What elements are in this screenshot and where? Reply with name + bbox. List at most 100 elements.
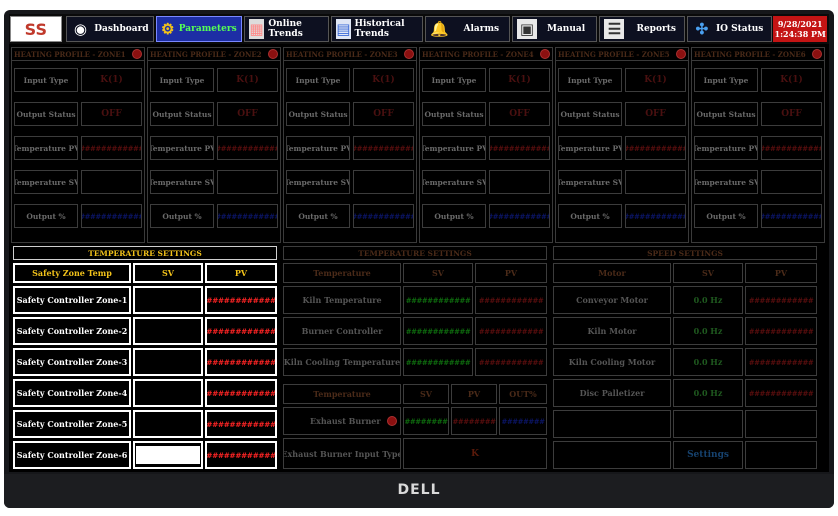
section-title: TEMPERATURE SETTINGS (13, 246, 277, 260)
output-percent-value: ############ (761, 204, 822, 228)
zone-temp-sv-row: Temperature SV (150, 170, 278, 194)
input-type-value[interactable]: K(1) (81, 68, 142, 92)
input-type-value[interactable]: K(1) (625, 68, 686, 92)
exhaust-header-out: OUT% (499, 384, 547, 404)
kiln-sv-input[interactable]: ############ (403, 348, 473, 376)
io-status-icon: ✣ (695, 19, 709, 38)
nav-online-trends-button[interactable]: ▦ Online Trends (243, 16, 330, 42)
input-type-value[interactable]: K(1) (761, 68, 822, 92)
zone-header: HEATING PROFILE - ZONE2 (148, 48, 280, 61)
manual-icon: ▣ (517, 19, 537, 39)
motor-sv-input[interactable]: 0.0 Hz (673, 379, 743, 407)
parameters-icon: ⚙ (160, 19, 175, 38)
input-type-label: Input Type (150, 68, 214, 92)
input-type-label: Input Type (694, 68, 758, 92)
safety-sv-input[interactable] (133, 379, 203, 407)
input-type-value[interactable]: K(1) (217, 68, 278, 92)
nav-parameters-button[interactable]: ⚙ Parameters (155, 16, 242, 42)
empty-cell (745, 410, 817, 438)
zone-output-pct-row: Output % ############ (694, 204, 822, 228)
motor-pv-value: ############ (745, 379, 817, 407)
zone-title: HEATING PROFILE - ZONE1 (14, 49, 126, 59)
safety-pv-value: ############ (205, 410, 277, 438)
zone-output-pct-row: Output % ############ (150, 204, 278, 228)
nav-dashboard-label: Dashboard (94, 24, 149, 34)
input-type-value[interactable]: K(1) (489, 68, 550, 92)
output-percent-label: Output % (422, 204, 486, 228)
zone-status-indicator-icon (812, 49, 822, 59)
temperature-sv-input[interactable] (625, 170, 686, 194)
safety-sv-input[interactable] (133, 410, 203, 438)
zone-output-status-row: Output Status OFF (694, 102, 822, 126)
heating-zone-4: HEATING PROFILE - ZONE4 Input Type K(1) O… (419, 47, 553, 243)
safety-sv-input[interactable] (133, 348, 203, 376)
temperature-pv-value: ############ (489, 136, 550, 160)
zone-input-type-row: Input Type K(1) (14, 68, 142, 92)
column-header-zone: Safety Zone Temp (13, 263, 131, 283)
kiln-sv-input[interactable]: ############ (403, 317, 473, 345)
output-percent-value: ############ (81, 204, 142, 228)
output-percent-value: ############ (217, 204, 278, 228)
output-status-value: OFF (625, 102, 686, 126)
motor-pv-value: ############ (745, 317, 817, 345)
temperature-sv-input[interactable] (489, 170, 550, 194)
exhaust-sv-input[interactable]: ######## (403, 407, 449, 435)
zone-title: HEATING PROFILE - ZONE4 (422, 49, 534, 59)
temperature-sv-label: Temperature SV (422, 170, 486, 194)
temperature-sv-input[interactable] (761, 170, 822, 194)
zone-temp-pv-row: Temperature PV ############ (694, 136, 822, 160)
exhaust-header-pv: PV (451, 384, 497, 404)
zone-input-type-row: Input Type K(1) (422, 68, 550, 92)
temperature-sv-input[interactable] (353, 170, 414, 194)
bell-icon: 🔔 (430, 19, 449, 38)
nav-io-status-button[interactable]: ✣ IO Status (686, 16, 773, 42)
exhaust-input-type-value[interactable]: K (403, 438, 547, 469)
nav-dashboard-button[interactable]: ◉ Dashboard (65, 16, 154, 42)
column-header-motor: Motor (553, 263, 671, 283)
nav-reports-button[interactable]: ☰ Reports (599, 16, 685, 42)
empty-cell (673, 410, 743, 438)
heating-zone-2: HEATING PROFILE - ZONE2 Input Type K(1) O… (147, 47, 281, 243)
zone-output-status-row: Output Status OFF (150, 102, 278, 126)
row-label: Safety Controller Zone-3 (13, 348, 131, 376)
safety-sv-input[interactable] (133, 286, 203, 314)
nav-historical-trends-label: Historical Trends (354, 19, 405, 39)
exhaust-status-indicator-icon (386, 416, 397, 426)
zone-header: HEATING PROFILE - ZONE5 (556, 48, 688, 61)
dashboard-icon: ◉ (73, 19, 87, 38)
row-label: Safety Controller Zone-6 (13, 441, 131, 469)
input-type-value[interactable]: K(1) (353, 68, 414, 92)
motor-sv-input[interactable]: 0.0 Hz (673, 317, 743, 345)
temperature-pv-label: Temperature PV (422, 136, 486, 160)
motor-sv-input[interactable]: 0.0 Hz (673, 348, 743, 376)
temperature-pv-label: Temperature PV (286, 136, 350, 160)
kiln-sv-input[interactable]: ############ (403, 286, 473, 314)
nav-alarms-button[interactable]: 🔔 Alarms (424, 16, 510, 42)
company-logo[interactable]: SS (10, 16, 62, 42)
zone-temp-sv-row: Temperature SV (558, 170, 686, 194)
safety-sv-input-focused[interactable] (133, 441, 203, 469)
motor-sv-input[interactable]: 0.0 Hz (673, 286, 743, 314)
temperature-sv-input[interactable] (81, 170, 142, 194)
row-label: Kiln Temperature (283, 286, 401, 314)
column-header-pv: PV (745, 263, 817, 283)
zone-input-type-row: Input Type K(1) (150, 68, 278, 92)
zone-temp-pv-row: Temperature PV ############ (14, 136, 142, 160)
nav-historical-trends-button[interactable]: ▤ Historical Trends (331, 16, 423, 42)
row-label: Kiln Motor (553, 317, 671, 345)
output-percent-value: ############ (625, 204, 686, 228)
row-label: Safety Controller Zone-1 (13, 286, 131, 314)
temperature-pv-value: ############ (217, 136, 278, 160)
temperature-sv-label: Temperature SV (558, 170, 622, 194)
exhaust-header-temperature: Temperature (283, 384, 401, 404)
zone-input-type-row: Input Type K(1) (286, 68, 414, 92)
settings-button[interactable]: Settings (673, 441, 743, 469)
nav-manual-button[interactable]: ▣ Manual (512, 16, 598, 42)
safety-sv-input[interactable] (133, 317, 203, 345)
column-header-pv: PV (205, 263, 277, 283)
row-label: Kiln Cooling Temperature (283, 348, 401, 376)
temperature-sv-input[interactable] (217, 170, 278, 194)
date-text: 9/28/2021 (777, 19, 823, 29)
nav-reports-label: Reports (636, 24, 676, 34)
zone-status-indicator-icon (268, 49, 278, 59)
